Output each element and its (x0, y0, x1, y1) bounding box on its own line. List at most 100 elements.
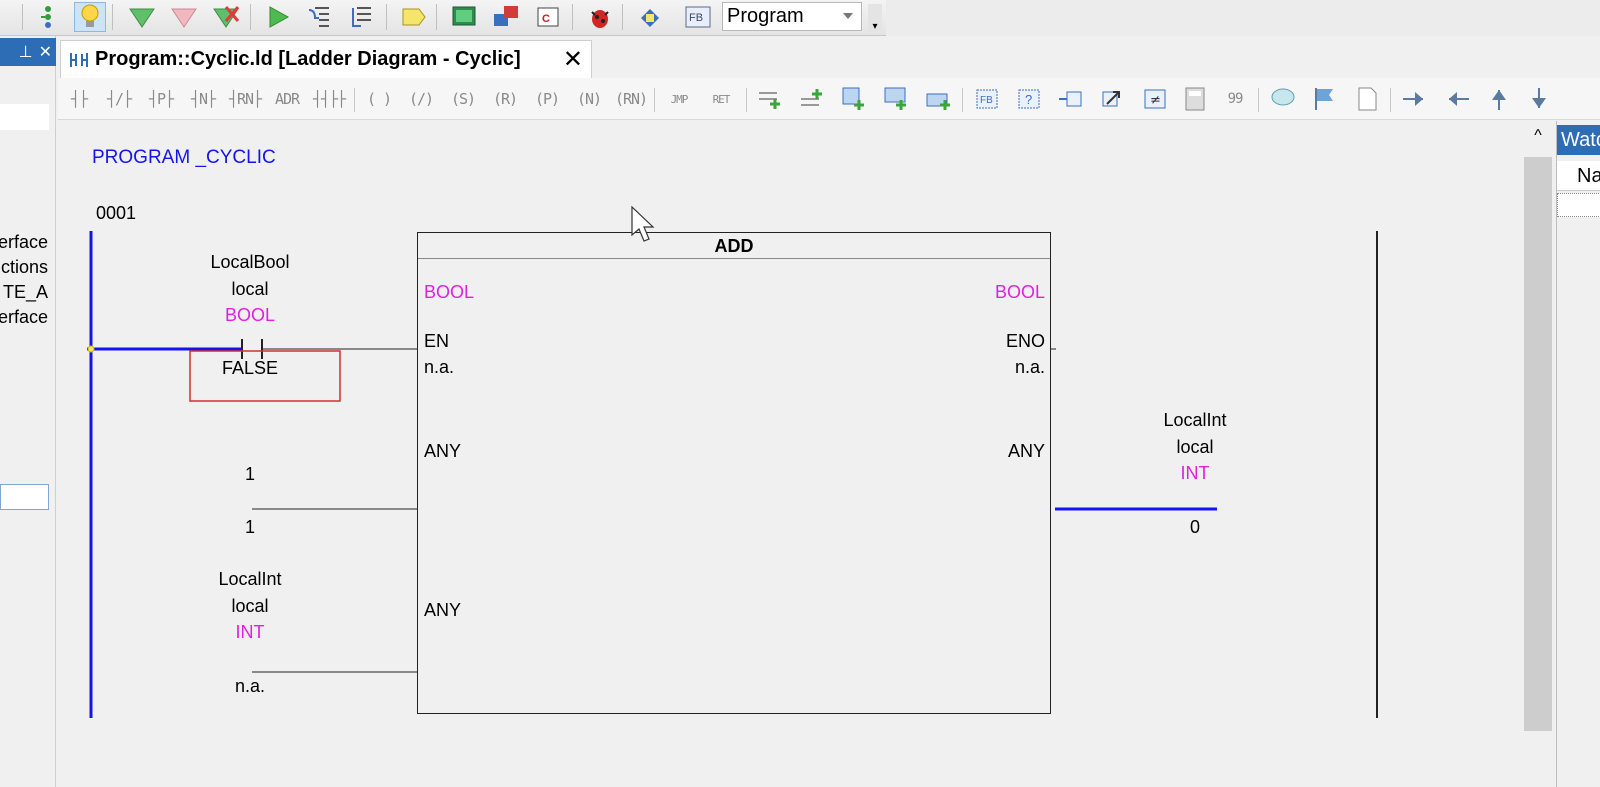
fb-name: ADD (418, 233, 1050, 259)
add-column-icon[interactable] (838, 84, 872, 114)
toolbar-separator (572, 4, 573, 30)
contact-no-icon[interactable]: ┤├ (62, 84, 96, 114)
fb-in2-type[interactable]: ANY (424, 600, 461, 621)
comment-icon[interactable] (1266, 84, 1300, 114)
coil-n-icon[interactable]: (N) (572, 84, 606, 114)
toolbar-separator (654, 88, 655, 112)
watch-row[interactable] (1557, 193, 1600, 217)
toolbar-separator (622, 4, 623, 30)
insert-unknown-icon[interactable]: ? (1012, 84, 1046, 114)
toolbar-separator (1258, 88, 1259, 112)
insert-compare-icon[interactable]: ≠ (1138, 84, 1172, 114)
contact-type: BOOL (224, 305, 276, 325)
explorer-item[interactable]: erface (0, 232, 48, 253)
contact-nc-icon[interactable]: ┤/├ (102, 84, 136, 114)
svg-text:FB: FB (980, 95, 993, 106)
ladder-editor-canvas[interactable]: PROGRAM _CYCLIC 0001 LocalBool local BOO… (60, 121, 1520, 787)
program-selector[interactable]: Program (722, 2, 862, 31)
return-icon[interactable]: RET (704, 84, 738, 114)
tab-close-icon[interactable]: ✕ (563, 45, 583, 74)
fb-en-pin[interactable]: EN (424, 331, 449, 352)
deploy-icon[interactable] (634, 2, 666, 32)
arrow-left-icon[interactable] (1440, 84, 1474, 114)
fb-in1-type[interactable]: ANY (424, 441, 461, 462)
tab-cyclic-ld[interactable]: Program::Cyclic.ld [Ladder Diagram - Cyc… (60, 40, 592, 78)
junction-dot (87, 345, 95, 353)
toolbar-overflow-icon[interactable]: ▾ (868, 4, 882, 32)
contact-n-icon[interactable]: ┤N├ (186, 84, 220, 114)
input2-scope: local (231, 596, 269, 616)
address-icon[interactable]: ADR (270, 84, 304, 114)
explorer-selected-item[interactable] (0, 484, 49, 510)
debug-bug-icon[interactable] (584, 2, 616, 32)
cancel-download-icon[interactable] (210, 2, 242, 32)
coil-rn-icon[interactable]: (RN) (614, 84, 648, 114)
close-icon[interactable]: ✕ (39, 42, 52, 62)
run-icon[interactable] (262, 2, 294, 32)
download-icon[interactable] (126, 2, 158, 32)
insert-output-icon[interactable] (1096, 84, 1130, 114)
transfer-icon[interactable] (490, 2, 522, 32)
scroll-up-icon[interactable]: ^ (1520, 127, 1556, 147)
rollback-icon[interactable] (168, 2, 200, 32)
coil-negated-icon[interactable]: (/) (404, 84, 438, 114)
toolbar-separator (112, 4, 113, 30)
output-var-name[interactable]: LocalInt (1135, 410, 1255, 431)
vertical-scrollbar[interactable]: ^ (1520, 121, 1556, 787)
insert-fb-icon[interactable]: FB (970, 84, 1004, 114)
explorer-item[interactable]: erface (0, 307, 48, 328)
monitor-icon[interactable] (448, 2, 480, 32)
contact-rn-icon[interactable]: ┤RN├ (228, 84, 262, 114)
scrollbar-thumb[interactable] (1524, 157, 1552, 731)
pin-icon[interactable]: ⊥ (19, 42, 33, 62)
add-rung-after-icon[interactable] (754, 84, 788, 114)
input2-var-name[interactable]: LocalInt (190, 569, 310, 590)
explorer-item[interactable]: TE_A (3, 282, 48, 303)
bulb-icon[interactable] (74, 2, 106, 32)
flag-icon[interactable] (1308, 84, 1342, 114)
jump-icon[interactable]: JMP (662, 84, 696, 114)
contact-p-icon[interactable]: ┤P├ (144, 84, 178, 114)
main-toolbar: C FB Program ▾ (0, 0, 886, 36)
add-rung-before-icon[interactable] (796, 84, 830, 114)
contact-scope: local (231, 279, 269, 299)
output-type: INT (1180, 463, 1210, 483)
zoom-icon[interactable]: 99 (1218, 84, 1252, 114)
arrow-right-icon[interactable] (1398, 84, 1432, 114)
calculator-icon[interactable] (1178, 84, 1212, 114)
add-network-icon[interactable] (922, 84, 956, 114)
arrow-down-icon[interactable] (1522, 84, 1556, 114)
coil-icon[interactable]: ( ) (362, 84, 396, 114)
explorer-item[interactable]: ctions (1, 257, 48, 278)
fb-en-value: n.a. (424, 357, 455, 377)
toolbar-separator (1390, 88, 1391, 112)
function-block-icon[interactable]: FB (682, 2, 714, 32)
watch-column-name[interactable]: Name (1557, 161, 1600, 191)
add-function-block[interactable]: ADD (417, 232, 1051, 714)
coil-set-icon[interactable]: (S) (446, 84, 480, 114)
step-icon[interactable] (32, 2, 64, 32)
svg-text:≠: ≠ (1150, 93, 1161, 108)
fb-eno-type: BOOL (994, 282, 1045, 302)
panel-header: ⊥ ✕ (0, 38, 56, 66)
explorer-filter-input[interactable] (0, 104, 49, 130)
step-into-icon[interactable] (304, 2, 336, 32)
watch-panel: Watch Name (1556, 121, 1600, 787)
project-explorer-panel: ⊥ ✕ erface ctions TE_A erface (0, 36, 56, 787)
fb-out-type[interactable]: ANY (988, 441, 1045, 462)
coil-reset-icon[interactable]: (R) (488, 84, 522, 114)
step-out-icon[interactable] (346, 2, 378, 32)
input1-label[interactable]: 1 (220, 464, 280, 485)
coil-p-icon[interactable]: (P) (530, 84, 564, 114)
contact-var-name[interactable]: LocalBool (190, 252, 310, 273)
parallel-contact-icon[interactable]: ┤┤├├ (312, 84, 346, 114)
fb-eno-pin[interactable]: ENO (988, 331, 1045, 352)
arrow-up-icon[interactable] (1482, 84, 1516, 114)
compile-icon[interactable]: C (532, 2, 564, 32)
add-row-icon[interactable] (880, 84, 914, 114)
watch-panel-title[interactable]: Watch (1557, 125, 1600, 155)
output-scope: local (1176, 437, 1214, 457)
insert-input-icon[interactable] (1054, 84, 1088, 114)
tag-icon[interactable] (398, 2, 430, 32)
document-icon[interactable] (1350, 84, 1384, 114)
